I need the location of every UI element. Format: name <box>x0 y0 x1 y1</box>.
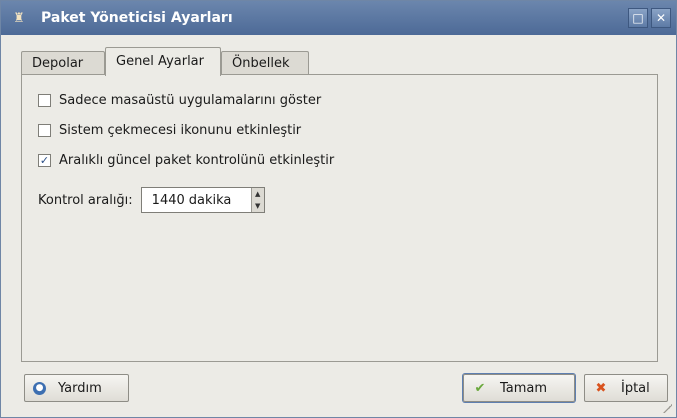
close-icon[interactable]: ✕ <box>651 8 671 28</box>
checkbox-label: Sistem çekmecesi ikonunu etkinleştir <box>59 123 302 138</box>
spin-up-icon[interactable]: ▲ <box>251 188 264 200</box>
interval-setting: Kontrol aralığı: 1440 dakika ▲ ▼ <box>38 187 265 213</box>
option-periodic-check[interactable]: ✓ Aralıklı güncel paket kontrolünü etkin… <box>38 153 334 168</box>
tab-genel-ayarlar[interactable]: Genel Ayarlar <box>105 47 221 76</box>
tab-label: Genel Ayarlar <box>116 54 204 69</box>
ok-button-label: Tamam <box>500 380 548 396</box>
checkbox-checked[interactable]: ✓ <box>38 154 51 167</box>
tab-onbellek[interactable]: Önbellek <box>221 51 309 76</box>
window-title: Paket Yöneticisi Ayarları <box>41 10 233 26</box>
help-button-label: Yardım <box>58 380 102 396</box>
ok-button[interactable]: ✔ Tamam <box>463 374 575 402</box>
help-icon: ● <box>33 381 46 395</box>
option-desktop-apps[interactable]: Sadece masaüstü uygulamalarını göster <box>38 93 321 108</box>
help-button[interactable]: ● Yardım <box>24 374 129 402</box>
interval-label: Kontrol aralığı: <box>38 192 133 208</box>
checkbox[interactable] <box>38 124 51 137</box>
tab-label: Depolar <box>32 56 84 71</box>
spin-arrows: ▲ ▼ <box>250 188 264 212</box>
tab-label: Önbellek <box>232 56 290 71</box>
maximize-icon[interactable]: □ <box>628 8 648 28</box>
option-tray-icon[interactable]: Sistem çekmecesi ikonunu etkinleştir <box>38 123 301 138</box>
interval-value: 1440 <box>151 192 185 208</box>
interval-spinbox[interactable]: 1440 dakika ▲ ▼ <box>140 187 265 213</box>
spin-down-icon[interactable]: ▼ <box>251 200 264 212</box>
checkbox[interactable] <box>38 94 51 107</box>
package-icon: ♜ <box>13 10 25 26</box>
resize-grip[interactable] <box>662 403 672 413</box>
titlebar: ♜ Paket Yöneticisi Ayarları □ ✕ <box>1 1 676 35</box>
tab-panel-genel: Sadece masaüstü uygulamalarını göster Si… <box>21 74 658 362</box>
cancel-x-icon: ✖ <box>595 380 607 396</box>
checkbox-label: Aralıklı güncel paket kontrolünü etkinle… <box>59 153 335 168</box>
tab-depolar[interactable]: Depolar <box>21 51 105 76</box>
cancel-button-label: İptal <box>621 380 650 396</box>
cancel-button[interactable]: ✖ İptal <box>584 374 668 402</box>
checkmark-icon: ✔ <box>474 380 486 396</box>
settings-dialog: ♜ Paket Yöneticisi Ayarları □ ✕ Depolar … <box>0 0 677 418</box>
interval-unit: dakika <box>188 192 232 208</box>
checkbox-label: Sadece masaüstü uygulamalarını göster <box>59 93 322 108</box>
